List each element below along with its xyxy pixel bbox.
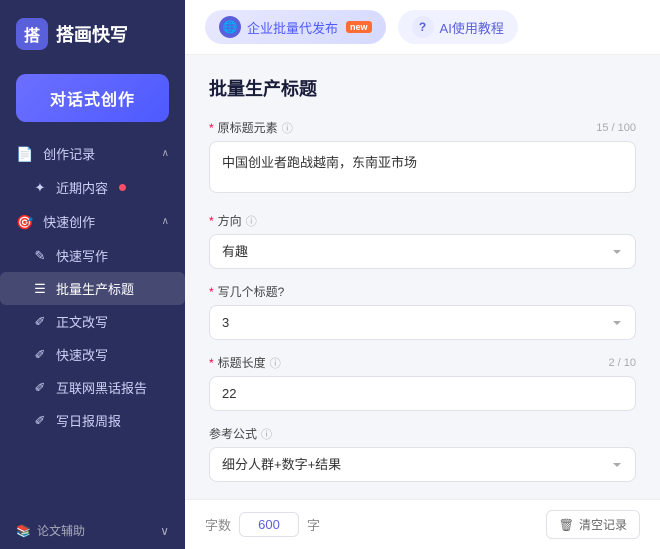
sidebar-item-quick-write[interactable]: ✎ 快速写作: [0, 239, 185, 272]
length-label-text: 标题长度: [218, 354, 266, 371]
form-group-formula: 参考公式 ⓘ 细分人群+数字+结果 其他公式: [209, 425, 636, 482]
source-title-char-count: 15 / 100: [596, 122, 636, 134]
sidebar-item-batch-title[interactable]: ☰ 批量生产标题: [0, 272, 185, 305]
form-content: 批量生产标题 * 原标题元素 ⓘ 15 / 100 * 方向 ⓘ 有趣 专业 简…: [185, 55, 660, 499]
formula-select[interactable]: 细分人群+数字+结果 其他公式: [209, 447, 636, 482]
recent-icon: ✦: [32, 180, 48, 196]
thesis-icon: 📚: [16, 524, 31, 538]
section-creation-record: 📄 创作记录 ∧ ✦ 近期内容: [0, 136, 185, 204]
dialog-create-button[interactable]: 对话式创作: [16, 74, 169, 122]
form-group-count: * 写几个标题? 1 2 3 5 10: [209, 283, 636, 340]
batch-publish-label: 企业批量代发布: [247, 18, 338, 37]
logo-text: 搭画快写: [56, 21, 128, 47]
sidebar-bottom-thesis[interactable]: 📚 论文辅助 ∨: [0, 512, 185, 549]
count-required: *: [209, 285, 214, 299]
source-title-required: *: [209, 121, 214, 135]
source-title-label-text: 原标题元素: [218, 119, 278, 136]
quick-creation-icon: 🎯: [16, 214, 33, 230]
quick-creation-chevron: ∧: [162, 216, 169, 227]
form-group-direction: * 方向 ⓘ 有趣 专业 简洁 吸引眼球: [209, 212, 636, 269]
direction-label: * 方向 ⓘ: [209, 212, 636, 229]
length-input[interactable]: [209, 376, 636, 411]
section-quick-creation-header[interactable]: 🎯 快速创作 ∧: [0, 204, 185, 239]
formula-label: 参考公式 ⓘ: [209, 425, 636, 442]
batch-publish-button[interactable]: 🌐 企业批量代发布 new: [205, 10, 386, 44]
sidebar-item-quick-copy[interactable]: ✐ 快速改写: [0, 338, 185, 371]
internet-report-icon: ✐: [32, 380, 48, 396]
recent-dot: [119, 184, 126, 191]
creation-record-icon: 📄: [16, 146, 33, 162]
clear-icon: 🗑: [559, 518, 574, 532]
sidebar: 搭 搭画快写 对话式创作 📄 创作记录 ∧ ✦ 近期内容 🎯 快速创作 ∧ ✎: [0, 0, 185, 549]
formula-label-text: 参考公式: [209, 425, 257, 442]
word-count-input[interactable]: [239, 512, 299, 537]
sidebar-logo: 搭 搭画快写: [0, 0, 185, 64]
creation-record-chevron: ∧: [162, 148, 169, 159]
internet-report-label: 互联网黑话报告: [56, 378, 147, 397]
clear-record-button[interactable]: 🗑 清空记录: [546, 510, 640, 539]
recent-label: 近期内容: [56, 178, 108, 197]
creation-record-label: 创作记录: [43, 147, 95, 162]
batch-publish-icon: 🌐: [219, 16, 241, 38]
main-content: 🌐 企业批量代发布 new ? AI使用教程 批量生产标题 * 原标题元素 ⓘ …: [185, 0, 660, 549]
source-title-input[interactable]: [209, 141, 636, 193]
page-title: 批量生产标题: [209, 75, 636, 101]
quick-copy-label: 快速改写: [56, 345, 108, 364]
thesis-label: 论文辅助: [37, 522, 85, 539]
formula-info-icon[interactable]: ⓘ: [261, 426, 272, 442]
quick-write-label: 快速写作: [56, 246, 108, 265]
sidebar-item-rewrite[interactable]: ✐ 正文改写: [0, 305, 185, 338]
rewrite-label: 正文改写: [56, 312, 108, 331]
form-group-source-title: * 原标题元素 ⓘ 15 / 100: [209, 119, 636, 198]
bottom-bar: 字数 字 🗑 清空记录: [185, 499, 660, 549]
direction-required: *: [209, 214, 214, 228]
sidebar-item-recent[interactable]: ✦ 近期内容: [0, 171, 185, 204]
quick-copy-icon: ✐: [32, 347, 48, 363]
direction-info-icon[interactable]: ⓘ: [246, 213, 257, 229]
count-select[interactable]: 1 2 3 5 10: [209, 305, 636, 340]
ai-tutorial-icon: ?: [412, 16, 434, 38]
word-count-label-left: 字数: [205, 515, 231, 534]
ai-tutorial-button[interactable]: ? AI使用教程: [398, 10, 518, 44]
length-label: * 标题长度 ⓘ 2 / 10: [209, 354, 636, 371]
form-group-length: * 标题长度 ⓘ 2 / 10: [209, 354, 636, 411]
sidebar-item-daily-report[interactable]: ✐ 写日报周报: [0, 404, 185, 437]
length-char-count: 2 / 10: [608, 357, 636, 369]
direction-select[interactable]: 有趣 专业 简洁 吸引眼球: [209, 234, 636, 269]
thesis-chevron: ∨: [160, 524, 169, 538]
quick-creation-label: 快速创作: [43, 215, 95, 230]
length-info-icon[interactable]: ⓘ: [270, 355, 281, 371]
length-required: *: [209, 356, 214, 370]
word-count-label-right: 字: [307, 515, 320, 534]
daily-report-icon: ✐: [32, 413, 48, 429]
new-badge: new: [346, 21, 372, 33]
batch-title-label: 批量生产标题: [56, 279, 134, 298]
sidebar-item-internet-report[interactable]: ✐ 互联网黑话报告: [0, 371, 185, 404]
source-title-label: * 原标题元素 ⓘ 15 / 100: [209, 119, 636, 136]
logo-icon: 搭: [16, 18, 48, 50]
section-creation-record-header[interactable]: 📄 创作记录 ∧: [0, 136, 185, 171]
ai-tutorial-label: AI使用教程: [440, 18, 504, 37]
clear-label: 清空记录: [579, 516, 627, 533]
section-quick-creation: 🎯 快速创作 ∧ ✎ 快速写作 ☰ 批量生产标题 ✐ 正文改写 ✐ 快速改写 ✐…: [0, 204, 185, 437]
count-label: * 写几个标题?: [209, 283, 636, 300]
topbar: 🌐 企业批量代发布 new ? AI使用教程: [185, 0, 660, 55]
batch-title-icon: ☰: [32, 281, 48, 297]
daily-report-label: 写日报周报: [56, 411, 121, 430]
quick-write-icon: ✎: [32, 248, 48, 264]
direction-label-text: 方向: [218, 212, 242, 229]
count-label-text: 写几个标题?: [218, 283, 285, 300]
source-title-info-icon[interactable]: ⓘ: [282, 120, 293, 136]
rewrite-icon: ✐: [32, 314, 48, 330]
